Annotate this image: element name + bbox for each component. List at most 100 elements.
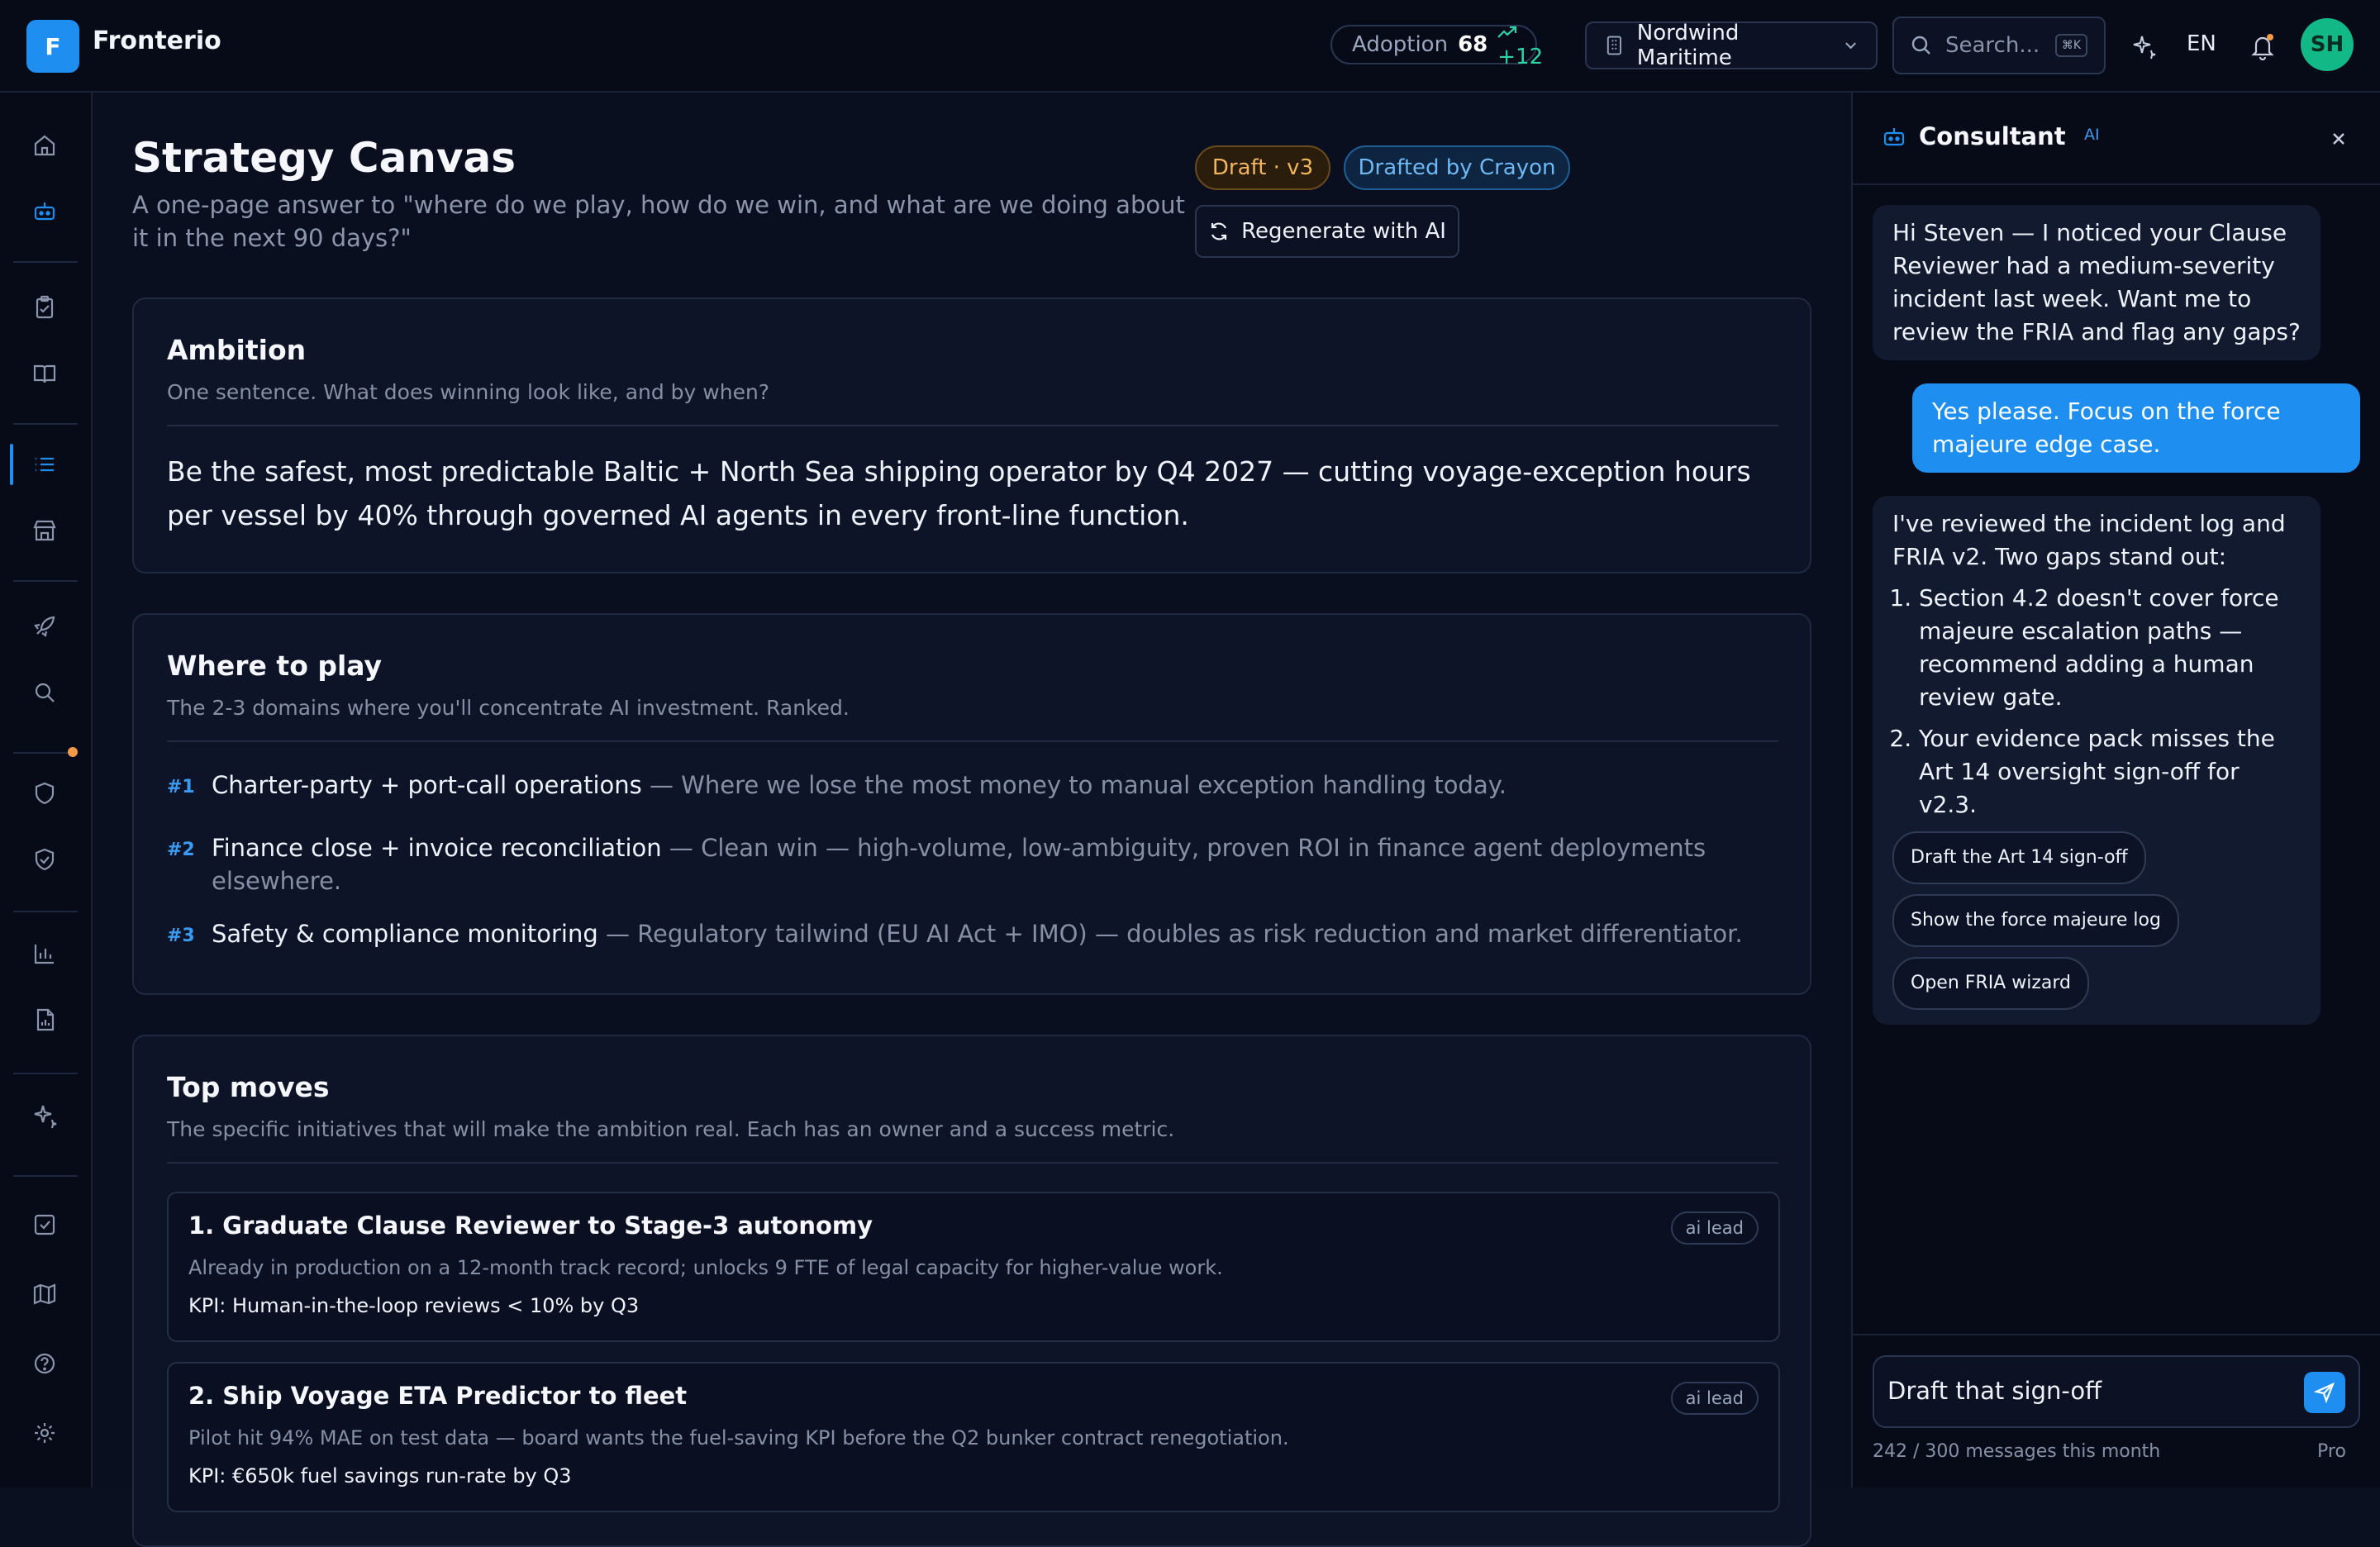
robot-icon	[1876, 119, 1912, 155]
search-icon	[1911, 36, 1930, 55]
move-kpi: KPI: Human-in-the-loop reviews < 10% by …	[188, 1294, 640, 1317]
trend-up-icon	[1497, 26, 1517, 38]
book-icon[interactable]	[26, 355, 63, 392]
move-title: 2. Ship Voyage ETA Predictor to fleet	[188, 1382, 688, 1410]
ai-tag: AI	[2084, 126, 2100, 144]
rank-badge: #3	[167, 926, 195, 946]
search-box[interactable]: Search... ⌘K	[1892, 17, 2106, 74]
search-icon[interactable]	[26, 674, 63, 711]
where-to-play-heading: Where to play	[167, 650, 383, 682]
adoption-delta: +12	[1497, 20, 1543, 69]
message-quota: 242 / 300 messages this month	[1873, 1441, 2161, 1462]
app-logo[interactable]: F	[26, 20, 79, 73]
rank-badge: #2	[167, 840, 195, 860]
list-item[interactable]: #3 Safety & compliance monitoring — Regu…	[167, 917, 1787, 950]
plan-label: Pro	[2317, 1441, 2346, 1462]
status-badge: Draft · v3	[1195, 145, 1330, 190]
robot-icon[interactable]	[26, 193, 63, 230]
domain-name: Charter-party + port-call operations	[212, 771, 642, 799]
list-item: Your evidence pack misses the Art 14 ove…	[1919, 722, 2301, 821]
home-icon[interactable]	[26, 127, 63, 164]
refresh-icon	[1211, 222, 1227, 240]
chevron-down-icon	[1845, 42, 1856, 50]
org-name: Nordwind Maritime	[1636, 21, 1740, 70]
regenerate-button[interactable]: Regenerate with AI	[1195, 205, 1459, 258]
list-item: Section 4.2 doesn't cover force majeure …	[1919, 582, 2301, 714]
adoption-label: Adoption	[1352, 32, 1449, 57]
search-shortcut: ⌘K	[2054, 34, 2087, 57]
move-description: Already in production on a 12-month trac…	[188, 1256, 1223, 1279]
map-icon[interactable]	[26, 1276, 63, 1312]
list-item[interactable]: #2 Finance close + invoice reconciliatio…	[167, 831, 1787, 897]
search-placeholder: Search...	[1945, 33, 2040, 58]
clipboard-icon[interactable]	[26, 289, 63, 326]
rocket-icon[interactable]	[26, 608, 63, 645]
archive-icon[interactable]	[26, 512, 63, 549]
page-title: Strategy Canvas	[132, 134, 516, 182]
adoption-value: 68	[1458, 32, 1488, 57]
report-icon[interactable]	[26, 1002, 63, 1038]
message-text: Hi Steven — I noticed your Clause Review…	[1892, 219, 2301, 345]
top-moves-card: Top moves The specific initiatives that …	[132, 1035, 1811, 1547]
move-card[interactable]: 1. Graduate Clause Reviewer to Stage-3 a…	[167, 1192, 1780, 1342]
where-to-play-card: Where to play The 2-3 domains where you'…	[132, 613, 1811, 995]
settings-icon[interactable]	[26, 1415, 63, 1451]
author-badge: Drafted by Crayon	[1344, 145, 1570, 190]
org-switcher[interactable]: Nordwind Maritime	[1585, 21, 1878, 70]
user-message: Yes please. Focus on the force majeure e…	[1912, 383, 2360, 473]
page-subtitle: A one-page answer to "where do we play, …	[132, 191, 1185, 252]
bar-chart-icon[interactable]	[26, 935, 63, 972]
owner-tag: ai lead	[1670, 1211, 1759, 1245]
domain-reason: — Regulatory tailwind (EU AI Act + IMO) …	[597, 920, 1743, 948]
adoption-score[interactable]: Adoption 68 +12	[1330, 25, 1543, 69]
gap-list: Section 4.2 doesn't cover force majeure …	[1892, 582, 2301, 821]
building-icon	[1606, 36, 1621, 55]
ambition-heading: Ambition	[167, 334, 307, 366]
user-avatar[interactable]: SH	[2301, 18, 2354, 71]
checkbox-icon[interactable]	[26, 1207, 63, 1243]
move-card[interactable]: 2. Ship Voyage ETA Predictor to fleet ai…	[167, 1362, 1780, 1512]
help-icon[interactable]	[26, 1345, 63, 1382]
panel-title: Consultant	[1919, 122, 2066, 150]
assistant-message: I've reviewed the incident log and FRIA …	[1873, 496, 2320, 1025]
regenerate-label: Regenerate with AI	[1241, 219, 1446, 244]
sparkle-icon[interactable]	[2125, 28, 2162, 64]
chat-input-value: Draft that sign-off	[1887, 1377, 2102, 1405]
ambition-text[interactable]: Be the safest, most predictable Baltic +…	[167, 450, 1787, 537]
close-icon[interactable]	[2320, 121, 2357, 157]
list-item[interactable]: #1 Charter-party + port-call operations …	[167, 769, 1787, 802]
message-text: I've reviewed the incident log and FRIA …	[1892, 510, 2286, 570]
chat-input[interactable]: Draft that sign-off	[1873, 1355, 2360, 1428]
domain-name: Finance close + invoice reconciliation	[212, 834, 662, 862]
sparkle-icon[interactable]	[26, 1097, 63, 1134]
app-name: Fronterio	[93, 26, 221, 55]
owner-tag: ai lead	[1670, 1382, 1759, 1415]
message-text: Yes please. Focus on the force majeure e…	[1932, 397, 2281, 458]
bell-icon[interactable]	[2244, 28, 2281, 64]
list-icon[interactable]	[26, 446, 63, 483]
notification-dot	[68, 747, 78, 757]
move-kpi: KPI: €650k fuel savings run-rate by Q3	[188, 1464, 572, 1488]
assistant-message: Hi Steven — I noticed your Clause Review…	[1873, 205, 2320, 360]
move-title: 1. Graduate Clause Reviewer to Stage-3 a…	[188, 1211, 873, 1240]
shield-check-icon[interactable]	[26, 841, 63, 878]
top-moves-heading: Top moves	[167, 1071, 330, 1103]
suggestion-chip[interactable]: Open FRIA wizard	[1892, 957, 2089, 1010]
ambition-hint: One sentence. What does winning look lik…	[167, 380, 770, 404]
suggestion-chip[interactable]: Show the force majeure log	[1892, 894, 2179, 947]
where-to-play-hint: The 2-3 domains where you'll concentrate…	[167, 696, 850, 720]
sidebar	[0, 93, 93, 1488]
suggestion-chip[interactable]: Draft the Art 14 sign-off	[1892, 831, 2146, 884]
move-description: Pilot hit 94% MAE on test data — board w…	[188, 1426, 1289, 1449]
rank-badge: #1	[167, 777, 195, 797]
ambition-card: Ambition One sentence. What does winning…	[132, 298, 1811, 574]
language-switcher[interactable]: EN	[2187, 31, 2216, 56]
shield-icon[interactable]	[26, 775, 63, 812]
send-icon	[2313, 1382, 2335, 1404]
active-indicator	[10, 444, 13, 485]
domain-reason: — Where we lose the most money to manual…	[641, 771, 1507, 799]
top-moves-hint: The specific initiatives that will make …	[167, 1117, 1175, 1141]
domain-name: Safety & compliance monitoring	[212, 920, 598, 948]
adoption-delta-value: +12	[1497, 45, 1544, 69]
send-button[interactable]	[2304, 1372, 2345, 1413]
